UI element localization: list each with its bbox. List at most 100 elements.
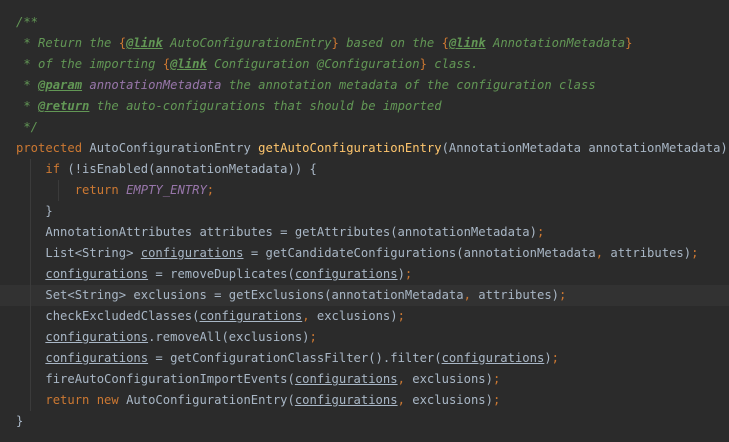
code-token: } (419, 57, 427, 71)
code-token: } (331, 36, 339, 50)
code-token: ; (536, 225, 545, 239)
code-token: configurations (294, 267, 398, 281)
code-token: attributes) (470, 288, 560, 302)
code-token: Set<String> exclusions = getExclusions(a… (45, 288, 464, 302)
code-line[interactable]: return EMPTY_ENTRY; (0, 180, 729, 201)
code-line[interactable]: protected AutoConfigurationEntry getAuto… (0, 138, 729, 159)
indent-guide (30, 159, 31, 411)
code-token: = removeDuplicates( (148, 267, 295, 281)
code-token: if (45, 162, 61, 176)
code-token: , (463, 288, 471, 302)
code-token: attributes) (603, 246, 692, 260)
code-token: ; (206, 183, 215, 197)
code-token: the annotation metadata of the configura… (221, 78, 596, 92)
code-token: exclusions) (309, 309, 398, 323)
code-token: ) (397, 267, 405, 281)
code-token: { (118, 36, 127, 50)
code-token: ; (404, 267, 413, 281)
code-line[interactable]: * @param annotationMetadata the annotati… (0, 75, 729, 96)
code-token: AutoConfigurationEntry( (118, 393, 295, 407)
code-token: } (16, 414, 24, 428)
code-token: /** (16, 15, 39, 29)
code-token: , (595, 246, 604, 260)
code-token: configurations (45, 267, 149, 281)
code-token: * Return the (23, 36, 119, 50)
code-token: * (23, 78, 39, 92)
code-token: AnnotationAttributes attributes = getAtt… (45, 225, 537, 239)
code-token: ) (544, 351, 552, 365)
code-line[interactable]: configurations = getConfigurationClassFi… (0, 348, 729, 369)
code-token: AnnotationMetadata (485, 36, 626, 50)
code-token: configurations (441, 351, 545, 365)
code-token: { (162, 57, 171, 71)
code-line[interactable]: } (0, 411, 729, 432)
code-line[interactable]: Set<String> exclusions = getExclusions(a… (0, 285, 729, 306)
code-token: configurations (294, 393, 398, 407)
code-token: the auto-configurations that should be i… (89, 99, 442, 113)
code-token: based on the (338, 36, 442, 50)
code-token: configurations (199, 309, 303, 323)
code-token: ; (691, 246, 699, 260)
code-line[interactable]: configurations = removeDuplicates(config… (0, 264, 729, 285)
code-token: return (74, 183, 119, 197)
code-token: ; (551, 351, 560, 365)
code-line[interactable]: */ (0, 117, 729, 138)
code-line[interactable]: } (0, 201, 729, 222)
code-token: exclusions) (404, 372, 493, 386)
code-token: AutoConfigurationEntry (82, 141, 259, 155)
code-token: = getCandidateConfigurations(annotationM… (243, 246, 596, 260)
code-token: * of the importing (23, 57, 163, 71)
code-token: .removeAll(exclusions) (148, 330, 310, 344)
code-line[interactable]: return new AutoConfigurationEntry(config… (0, 390, 729, 411)
code-token: { (441, 36, 449, 50)
code-token: checkExcludedClasses( (45, 309, 200, 323)
code-token: return new (45, 393, 119, 407)
code-token: List<String> (45, 246, 141, 260)
code-token: getAutoConfigurationEntry (258, 141, 442, 155)
code-token: ; (492, 393, 501, 407)
code-token: (AnnotationMetadata annotationMetadata) … (441, 141, 729, 155)
code-line[interactable]: AnnotationAttributes attributes = getAtt… (0, 222, 729, 243)
code-token: ; (559, 288, 567, 302)
code-token: , (397, 393, 405, 407)
code-token: @link (448, 36, 486, 50)
code-token: ; (309, 330, 317, 344)
code-token: ; (492, 372, 501, 386)
code-token: */ (23, 120, 39, 134)
code-token: ; (397, 309, 405, 323)
code-line[interactable]: * of the importing {@link Configuration … (0, 54, 729, 75)
code-line[interactable]: * @return the auto-configurations that s… (0, 96, 729, 117)
code-token: @Configuration (316, 57, 420, 71)
indent-guide (58, 180, 59, 201)
code-line[interactable]: checkExcludedClasses(configurations, exc… (0, 306, 729, 327)
code-token: } (45, 204, 53, 218)
code-token: @link (126, 36, 163, 50)
code-line[interactable]: if (!isEnabled(annotationMetadata)) { (0, 159, 729, 180)
code-token: Configuration (206, 57, 317, 71)
code-token: AutoConfigurationEntry (162, 36, 332, 50)
code-token: configurations (140, 246, 244, 260)
code-token: } (625, 36, 633, 50)
code-token: configurations (45, 330, 149, 344)
code-token: , (397, 372, 405, 386)
code-token: exclusions) (404, 393, 493, 407)
code-token: annotationMetadata (82, 78, 222, 92)
code-line[interactable]: List<String> configurations = getCandida… (0, 243, 729, 264)
code-editor[interactable]: /** * Return the {@link AutoConfiguratio… (0, 0, 729, 442)
code-token: protected (16, 141, 83, 155)
code-line[interactable]: * Return the {@link AutoConfigurationEnt… (0, 33, 729, 54)
code-token: EMPTY_ENTRY (126, 183, 207, 197)
code-token: @param (38, 78, 83, 92)
code-line[interactable]: fireAutoConfigurationImportEvents(config… (0, 369, 729, 390)
code-token: = getConfigurationClassFilter().filter( (148, 351, 442, 365)
code-token: fireAutoConfigurationImportEvents( (45, 372, 295, 386)
code-token: configurations (45, 351, 149, 365)
code-token: , (302, 309, 310, 323)
code-token: * (23, 99, 39, 113)
code-line[interactable]: /** (0, 12, 729, 33)
code-line[interactable]: configurations.removeAll(exclusions); (0, 327, 729, 348)
code-token: (!isEnabled(annotationMetadata)) { (60, 162, 317, 176)
code-token: @return (38, 99, 90, 113)
